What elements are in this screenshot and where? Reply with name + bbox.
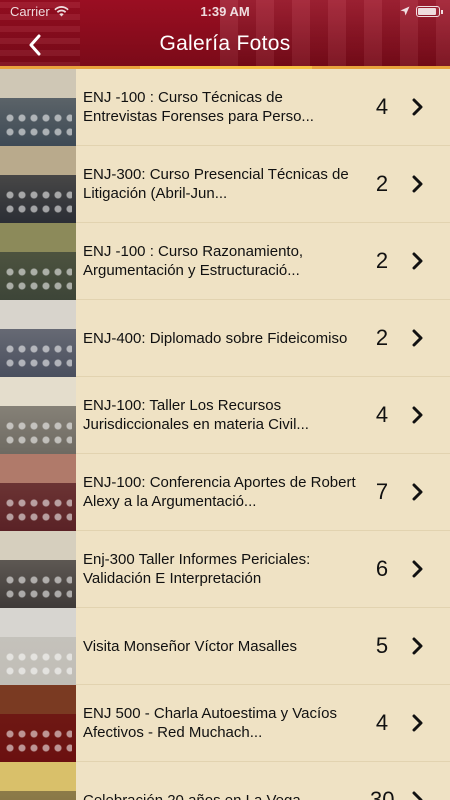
photo-count: 30 (370, 787, 395, 800)
chevron-right-icon[interactable] (408, 329, 426, 347)
chevron-right-icon[interactable] (408, 483, 426, 501)
album-thumbnail (0, 299, 76, 377)
album-row[interactable]: Enj-300 Taller Informes Periciales: Vali… (0, 530, 450, 608)
carrier-label: Carrier (10, 3, 50, 19)
photo-count: 2 (375, 171, 389, 196)
album-thumbnail (0, 145, 76, 223)
album-row[interactable]: ENJ-100: Taller Los Recursos Jurisdiccio… (0, 376, 450, 454)
album-row[interactable]: ENJ 500 - Charla Autoestima y Vacíos Afe… (0, 684, 450, 762)
photo-count: 2 (375, 248, 389, 273)
carrier: Carrier (10, 4, 69, 19)
album-title: ENJ -100 : Curso Técnicas de Entrevistas… (83, 89, 314, 125)
navigation-header: Carrier 1:39 AM Galería Fotos (0, 0, 450, 68)
status-bar: Carrier 1:39 AM (0, 0, 450, 22)
album-title: ENJ -100 : Curso Razonamiento, Argumenta… (83, 243, 304, 279)
album-thumbnail (0, 453, 76, 531)
photo-count: 7 (375, 479, 389, 504)
album-title: Enj-300 Taller Informes Periciales: Vali… (83, 551, 311, 587)
chevron-right-icon[interactable] (408, 560, 426, 578)
chevron-right-icon[interactable] (408, 175, 426, 193)
album-thumbnail (0, 376, 76, 454)
album-thumbnail (0, 607, 76, 685)
album-row[interactable]: ENJ-400: Diplomado sobre Fideicomiso 2 (0, 299, 450, 377)
photo-count: 4 (375, 94, 389, 119)
photo-count: 5 (375, 633, 389, 658)
album-row[interactable]: Visita Monseñor Víctor Masalles 5 (0, 607, 450, 685)
album-title: ENJ-100: Taller Los Recursos Jurisdiccio… (83, 397, 309, 433)
album-row[interactable]: ENJ-100: Conferencia Aportes de Robert A… (0, 453, 450, 531)
battery-icon (416, 5, 443, 17)
photo-count: 6 (375, 556, 389, 581)
photo-count: 4 (375, 710, 389, 735)
chevron-right-icon[interactable] (408, 406, 426, 424)
album-title: ENJ 500 - Charla Autoestima y Vacíos Afe… (83, 705, 338, 741)
chevron-right-icon[interactable] (408, 637, 426, 655)
album-thumbnail (0, 530, 76, 608)
album-row[interactable]: ENJ -100 : Curso Técnicas de Entrevistas… (0, 68, 450, 146)
album-row[interactable]: ENJ-300: Curso Presencial Técnicas de Li… (0, 145, 450, 223)
album-row[interactable]: ENJ -100 : Curso Razonamiento, Argumenta… (0, 222, 450, 300)
album-title: Celebración 20 años en La Vega (83, 791, 301, 800)
album-thumbnail (0, 222, 76, 300)
wifi-icon (54, 5, 69, 16)
album-thumbnail (0, 761, 76, 800)
album-title: Visita Monseñor Víctor Masalles (83, 637, 297, 655)
page-title: Galería Fotos (159, 32, 291, 55)
album-title: ENJ-400: Diplomado sobre Fideicomiso (83, 329, 348, 347)
chevron-right-icon[interactable] (408, 714, 426, 732)
chevron-right-icon[interactable] (408, 98, 426, 116)
location-icon (400, 6, 410, 16)
status-time: 1:39 AM (200, 3, 250, 19)
photo-count: 4 (375, 402, 389, 427)
album-title: ENJ-300: Curso Presencial Técnicas de Li… (83, 166, 349, 202)
status-right (400, 5, 443, 17)
chevron-right-icon[interactable] (408, 791, 426, 800)
album-thumbnail (0, 684, 76, 762)
photo-count: 2 (375, 325, 389, 350)
album-row[interactable]: Celebración 20 años en La Vega 30 (0, 761, 450, 800)
album-thumbnail (0, 68, 76, 146)
album-title: ENJ-100: Conferencia Aportes de Robert A… (83, 474, 356, 510)
album-list: ENJ -100 : Curso Técnicas de Entrevistas… (0, 68, 450, 800)
chevron-right-icon[interactable] (408, 252, 426, 270)
